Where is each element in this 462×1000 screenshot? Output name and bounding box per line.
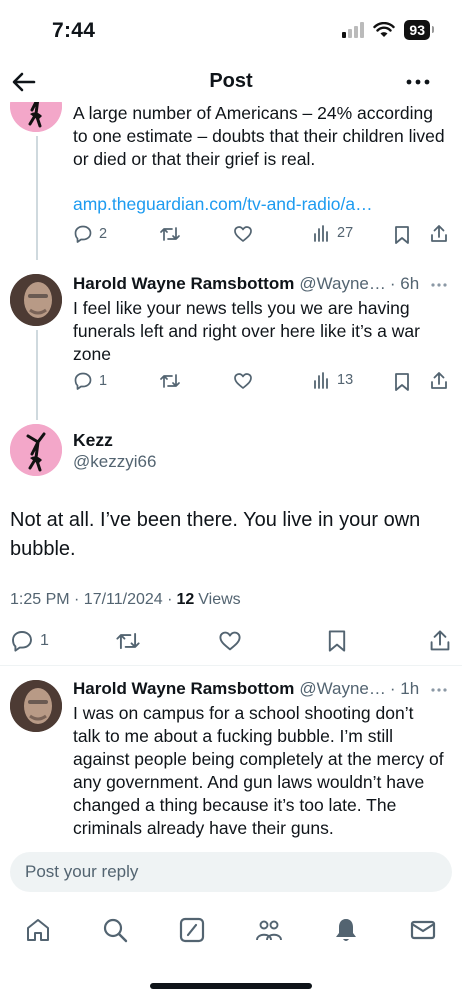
notifications-icon[interactable] (332, 916, 360, 944)
views-button[interactable]: 27 (313, 224, 353, 242)
reply-icon (74, 372, 92, 390)
search-icon[interactable] (101, 916, 129, 944)
tweet-actions: 2 27 (73, 224, 451, 246)
repost-button[interactable] (159, 371, 181, 391)
tweet-time: · 1h (389, 679, 420, 698)
more-options-icon[interactable] (430, 276, 448, 294)
analytics-icon (314, 225, 328, 242)
author-name[interactable]: Harold Wayne Ramsbottom (73, 679, 294, 699)
top-nav: Post (0, 62, 462, 102)
avatar[interactable] (10, 424, 62, 476)
avatar[interactable] (10, 274, 62, 326)
home-indicator (150, 983, 312, 989)
post-view-count[interactable]: 12 (176, 591, 194, 609)
reply-icon (74, 225, 92, 243)
communities-icon[interactable] (255, 916, 283, 944)
divider (0, 665, 462, 666)
views-button[interactable]: 13 (313, 371, 353, 389)
post-views-label: Views (198, 591, 241, 608)
status-time: 7:44 (52, 19, 96, 42)
share-icon[interactable] (428, 629, 452, 653)
reply-button[interactable]: 2 (73, 224, 107, 244)
reply-count: 1 (99, 373, 108, 389)
status-bar: 7:44 93 (0, 0, 462, 62)
post-text: Not at all. I’ve been there. You live in… (10, 509, 421, 560)
tweet-actions: 1 13 (73, 371, 451, 393)
reply-input[interactable]: Post your reply (10, 852, 452, 892)
post-timestamp: 1:25 PM · 17/11/2024 · (10, 591, 173, 608)
reply-button[interactable]: 1 (10, 629, 49, 653)
author-handle[interactable]: @kezzyi66 (73, 452, 156, 472)
bookmark-icon[interactable] (326, 629, 348, 653)
heart-icon (234, 226, 252, 242)
reply-placeholder: Post your reply (25, 862, 139, 881)
page-title: Post (209, 70, 253, 92)
share-icon[interactable] (429, 224, 449, 244)
bookmark-icon[interactable] (393, 372, 411, 392)
home-icon[interactable] (24, 916, 52, 944)
view-count: 27 (337, 225, 354, 241)
tweet-header: Harold Wayne Ramsbottom @Wayne… · 6h (73, 273, 453, 295)
thread-connector (36, 136, 38, 260)
reply-icon (12, 631, 32, 652)
reply-count: 1 (40, 632, 49, 649)
avatar[interactable] (10, 680, 62, 732)
author-name[interactable]: Harold Wayne Ramsbottom (73, 274, 294, 294)
heart-icon (234, 373, 252, 389)
tweet-time: · 6h (389, 274, 420, 293)
heart-icon[interactable] (218, 629, 242, 653)
post-actions: 1 (10, 628, 452, 654)
tweet-text: I was on campus for a school shooting do… (73, 703, 444, 838)
battery-indicator: 93 (404, 20, 434, 40)
signal-icon (342, 22, 365, 38)
thread[interactable]: A large number of Americans – 24% accord… (0, 102, 462, 842)
author-handle[interactable]: @Wayne… (299, 679, 386, 699)
repost-icon (160, 227, 180, 241)
like-button[interactable] (233, 371, 253, 391)
repost-button[interactable] (159, 224, 181, 244)
tweet-text: A large number of Americans – 24% accord… (73, 103, 445, 169)
tweet-header: Harold Wayne Ramsbottom @Wayne… · 1h (73, 678, 453, 700)
avatar-image (10, 680, 62, 732)
post-meta: 1:25 PM · 17/11/2024 · 12 Views (10, 591, 241, 609)
avatar-image (10, 424, 62, 476)
like-button[interactable] (233, 224, 253, 244)
repost-icon (160, 374, 180, 388)
repost-icon[interactable] (115, 629, 141, 653)
view-count: 13 (337, 372, 354, 388)
avatar[interactable] (10, 102, 62, 132)
avatar-image (10, 274, 62, 326)
reply-count: 2 (99, 226, 108, 242)
tweet-link[interactable]: amp.theguardian.com/tv-and-radio/a… (73, 193, 445, 216)
reply-button[interactable]: 1 (73, 371, 107, 391)
wifi-icon (373, 22, 396, 37)
more-options-icon[interactable] (430, 681, 448, 699)
author-name[interactable]: Kezz (73, 430, 113, 451)
grok-icon[interactable] (178, 916, 206, 944)
status-icons: 93 (342, 20, 434, 40)
bookmark-icon[interactable] (393, 225, 411, 245)
thread-connector (36, 330, 38, 420)
bottom-tab-bar (0, 904, 462, 956)
analytics-icon (314, 372, 328, 389)
messages-icon[interactable] (409, 916, 437, 944)
avatar-image (10, 102, 62, 132)
more-options-icon[interactable] (404, 70, 432, 94)
author-handle[interactable]: @Wayne… (299, 274, 386, 294)
share-icon[interactable] (429, 371, 449, 391)
tweet-text: I feel like your news tells you we are h… (73, 298, 420, 364)
